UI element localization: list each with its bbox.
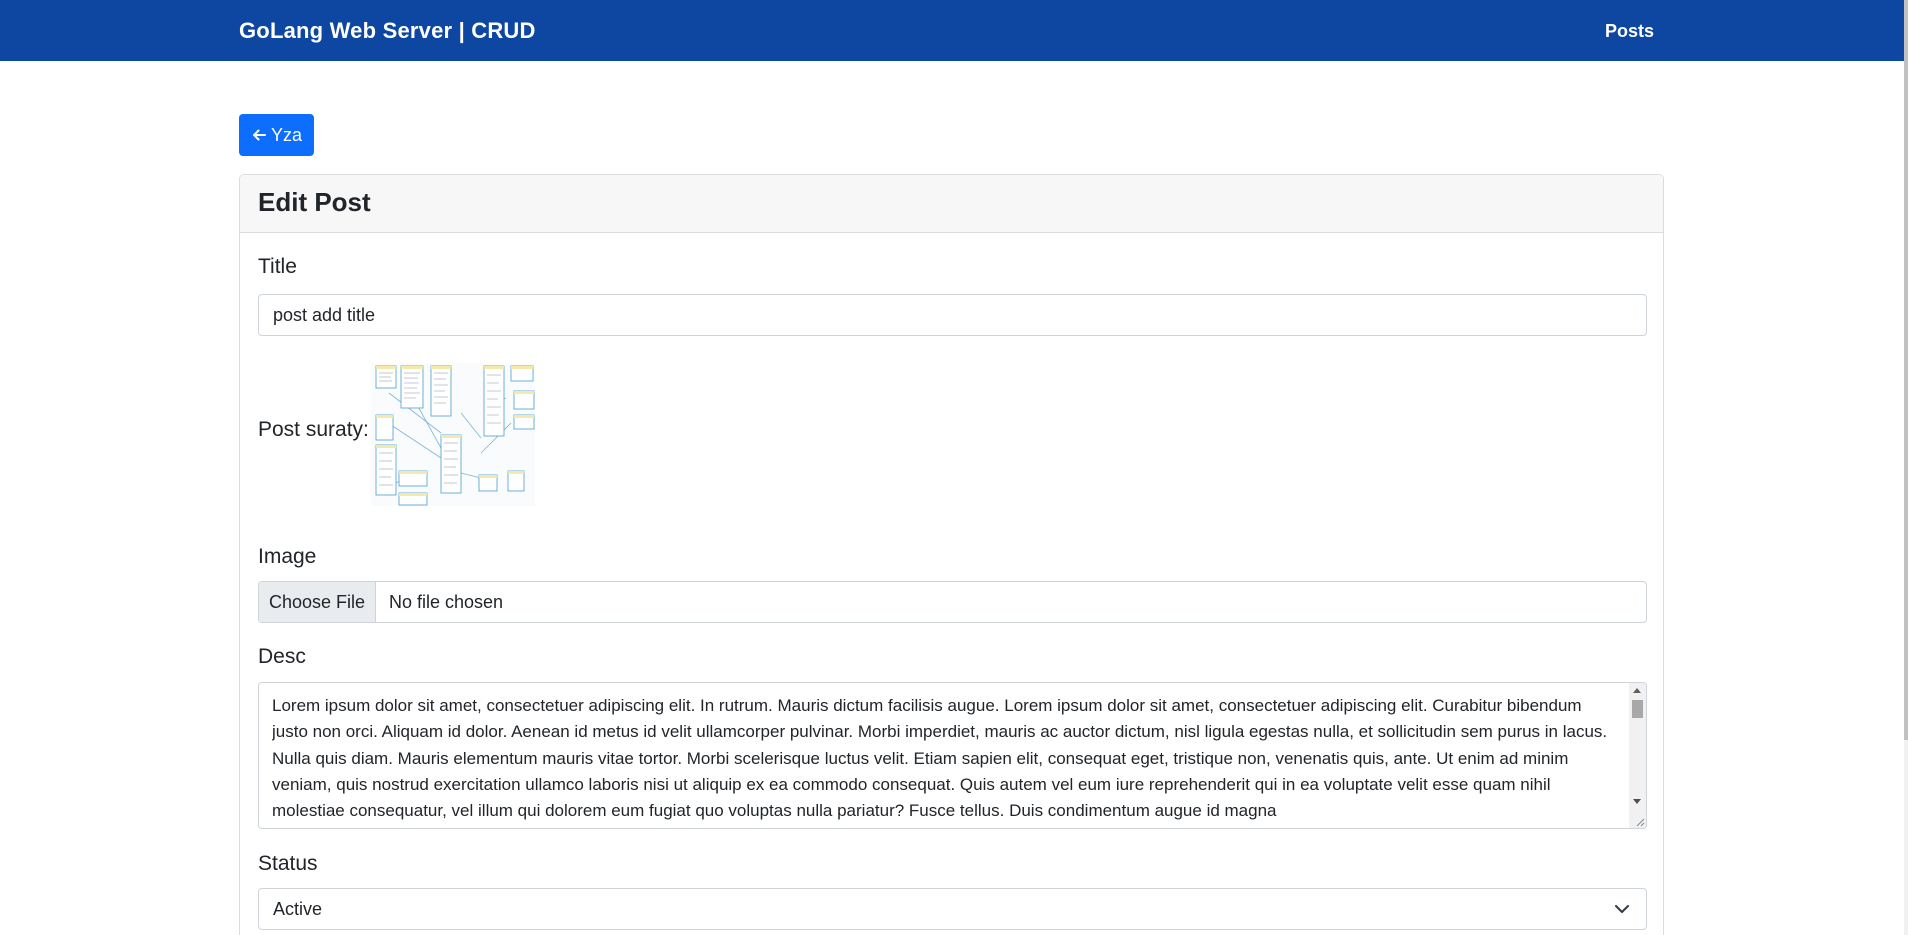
status-selected-value: Active (273, 898, 323, 919)
post-image-label: Post suraty: (258, 418, 369, 441)
page-scrollbar[interactable] (1904, 0, 1908, 935)
navbar: GoLang Web Server | CRUD Posts (0, 0, 1904, 61)
scroll-up-arrow-icon[interactable] (1633, 688, 1641, 693)
scroll-down-arrow-icon[interactable] (1633, 799, 1641, 804)
choose-file-button[interactable]: Choose File (259, 582, 376, 622)
navbar-brand[interactable]: GoLang Web Server | CRUD (239, 18, 536, 44)
back-button-label: Yza (270, 124, 303, 145)
title-label: Title (258, 255, 297, 278)
image-file-input[interactable]: Choose File No file chosen (258, 581, 1647, 623)
page-scrollbar-thumb[interactable] (1904, 0, 1908, 740)
back-button[interactable]: Yza (239, 114, 314, 156)
edit-post-card: Edit Post Title post add title Post sura… (239, 174, 1664, 935)
status-select[interactable]: Active (258, 888, 1647, 930)
desc-scrollbar[interactable] (1629, 683, 1646, 828)
file-status-text: No file chosen (389, 591, 504, 612)
card-title: Edit Post (258, 187, 371, 217)
status-label: Status (258, 852, 318, 875)
arrow-left-icon (252, 129, 266, 141)
desc-scrollbar-thumb[interactable] (1632, 700, 1643, 718)
desc-textarea[interactable]: Lorem ipsum dolor sit amet, consectetuer… (258, 682, 1647, 829)
nav-link-posts[interactable]: Posts (1605, 21, 1654, 42)
image-label: Image (258, 545, 317, 568)
desc-label: Desc (258, 645, 306, 668)
desc-text: Lorem ipsum dolor sit amet, consectetuer… (272, 696, 1608, 821)
resize-grip-icon[interactable] (1635, 817, 1645, 827)
post-image-preview (371, 363, 535, 506)
card-header: Edit Post (240, 175, 1663, 233)
title-input[interactable]: post add title (258, 294, 1647, 336)
chevron-down-icon (1615, 905, 1629, 913)
